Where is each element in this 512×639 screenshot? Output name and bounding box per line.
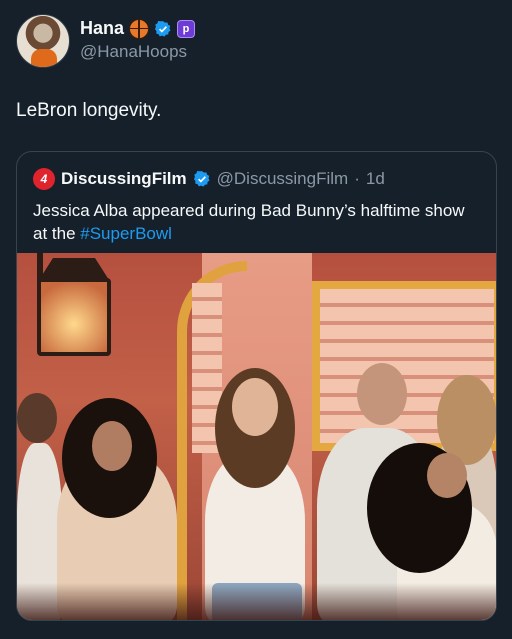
tweet-header: Hana p @HanaHoops <box>16 14 196 68</box>
person-dancer-right-face <box>427 453 467 498</box>
quoted-header: 4 DiscussingFilm @DiscussingFilm · 1d <box>33 168 385 190</box>
person-center-face <box>232 378 278 436</box>
quoted-tweet[interactable]: 4 DiscussingFilm @DiscussingFilm · 1d Je… <box>16 151 497 621</box>
discussingfilm-logo-icon: 4 <box>33 168 55 190</box>
quoted-timestamp[interactable]: 1d <box>366 169 385 189</box>
hashtag-link[interactable]: #SuperBowl <box>80 224 172 243</box>
person-man-right-head <box>357 363 407 425</box>
author-names: Hana p @HanaHoops <box>80 18 196 62</box>
person-left-edge-head <box>17 393 57 443</box>
quoted-display-name: DiscussingFilm <box>61 169 187 188</box>
verified-icon[interactable] <box>154 20 172 38</box>
quoted-media-photo[interactable] <box>17 253 496 620</box>
tweet-text: LeBron longevity. <box>16 100 162 121</box>
lantern <box>37 278 111 356</box>
basketball-icon <box>129 18 150 39</box>
avatar[interactable] <box>16 14 70 68</box>
subscriber-badge-icon[interactable]: p <box>177 19 196 38</box>
foreground-crowd <box>17 583 496 620</box>
verified-icon <box>193 171 210 187</box>
author-display-name[interactable]: Hana <box>80 18 124 39</box>
quoted-separator: · <box>354 169 360 188</box>
quoted-handle: @DiscussingFilm <box>216 169 349 188</box>
author-handle[interactable]: @HanaHoops <box>80 42 195 62</box>
person-dancer-left-face <box>92 421 132 471</box>
quoted-text: Jessica Alba appeared during Bad Bunny’s… <box>33 199 473 245</box>
lantern-top <box>39 258 109 280</box>
